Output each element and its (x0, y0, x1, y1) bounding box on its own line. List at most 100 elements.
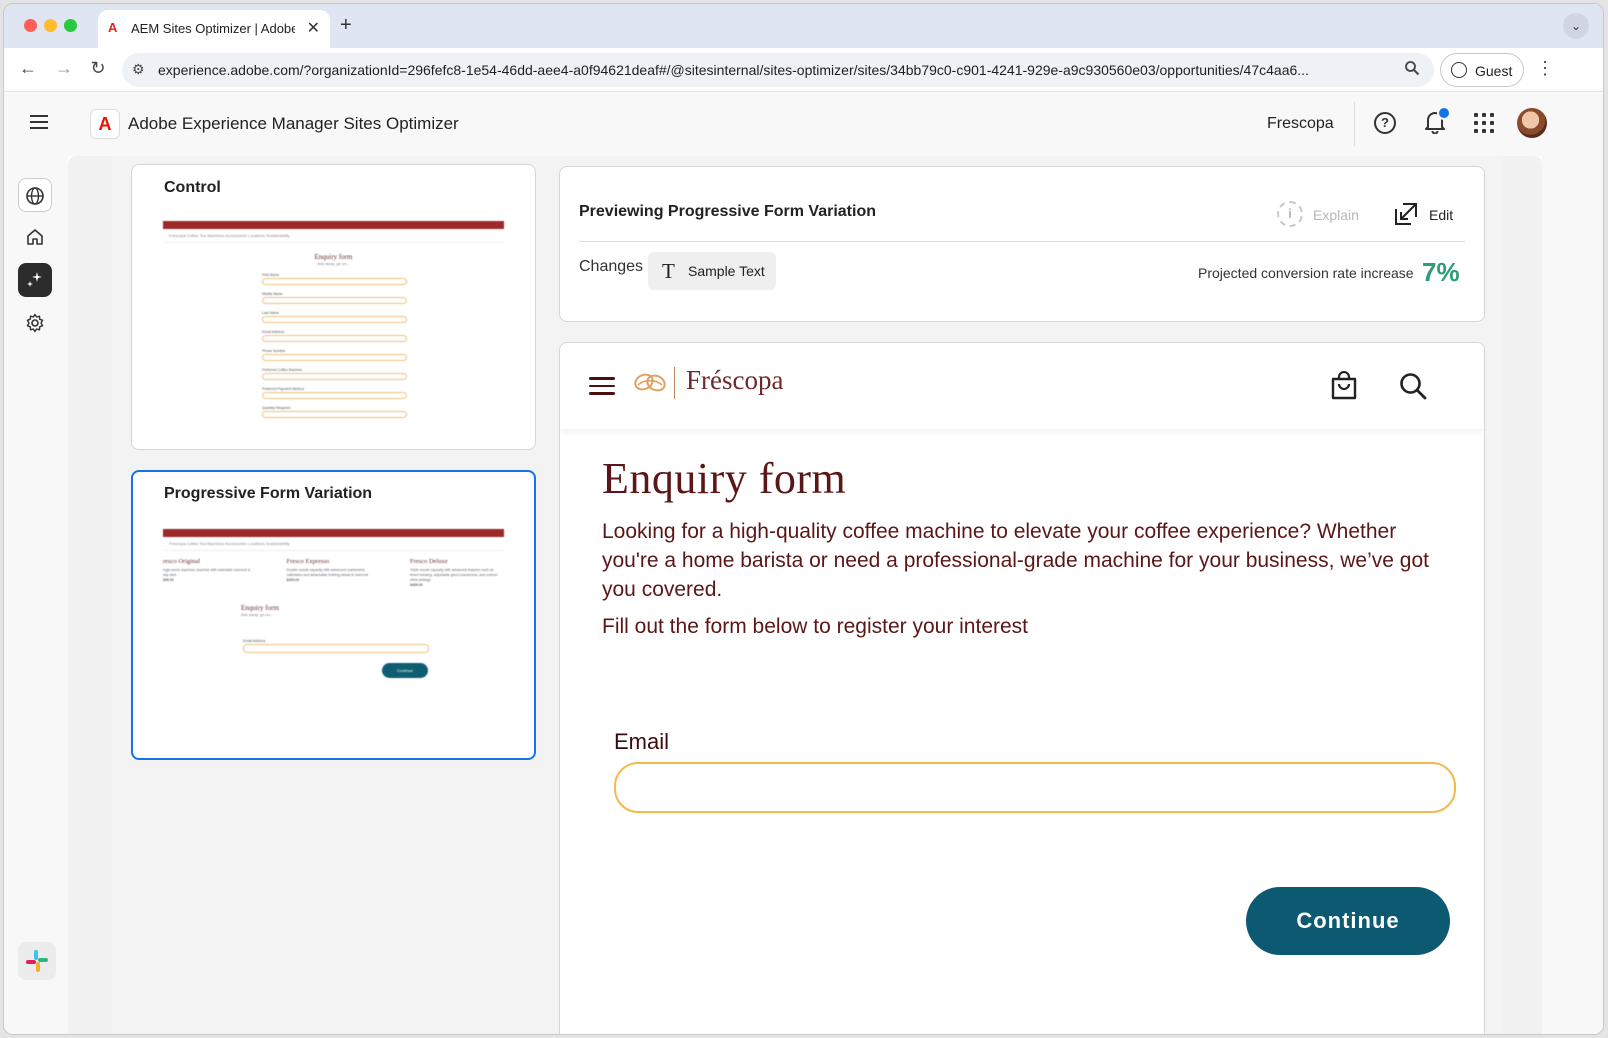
address-bar[interactable]: ⚙ experience.adobe.com/?organizationId=2… (122, 53, 1434, 87)
zoom-window-button[interactable] (64, 19, 77, 32)
progressive-thumbnail: Frescopa Coffee Tea Machines Accessories… (163, 529, 504, 700)
control-thumbnail: Frescopa Coffee Tea Machines Accessories… (163, 221, 504, 418)
tab-close-icon[interactable]: ✕ (307, 18, 320, 38)
thumb-field-label: Email Address (243, 639, 266, 643)
edit-button[interactable]: Edit (1393, 201, 1473, 229)
close-window-button[interactable] (24, 19, 37, 32)
help-icon[interactable]: ? (1374, 112, 1396, 134)
site-logo[interactable]: Fréscopa (686, 365, 783, 396)
thumb-product-price: $499.00 (410, 583, 423, 587)
continue-button[interactable]: Continue (1246, 887, 1450, 955)
site-header: Fréscopa (560, 343, 1484, 429)
opportunities-icon[interactable] (18, 263, 52, 297)
home-icon[interactable] (18, 220, 52, 254)
side-rail (4, 156, 68, 1034)
app-switcher-icon[interactable] (1474, 113, 1494, 133)
thumb-field (243, 644, 429, 653)
thumb-nav: Frescopa Coffee Tea Machines Accessories… (163, 537, 504, 551)
projection-label: Projected conversion rate increase (1198, 265, 1414, 281)
adobe-logo-icon[interactable]: A (90, 109, 120, 139)
adobe-favicon-icon: A (108, 20, 118, 35)
tab-title: AEM Sites Optimizer | Adobe Experience M… (131, 21, 295, 36)
variation-title: Control (164, 179, 221, 196)
thumb-field-label: Middle Name (262, 292, 283, 296)
globe-icon[interactable] (18, 178, 52, 212)
thumb-product-row: resco Original ingle-serve espresso machi… (163, 551, 504, 588)
site-settings-icon[interactable]: ⚙ (132, 61, 145, 78)
thumb-field (262, 335, 407, 342)
site-preview: Fréscopa Enquiry form Looking for a high… (559, 342, 1485, 1034)
variation-card-control[interactable]: Control Frescopa Coffee Tea Machines Acc… (131, 164, 536, 450)
right-gutter (1542, 156, 1603, 1034)
thumb-field-label: Preferred Payment Method (262, 387, 305, 391)
url-text[interactable]: experience.adobe.com/?organizationId=296… (158, 62, 1388, 78)
header-divider (579, 241, 1465, 242)
app-title[interactable]: Adobe Experience Manager Sites Optimizer (128, 114, 459, 134)
thumb-field (262, 316, 407, 323)
logo-separator (674, 367, 675, 399)
thumb-subheading: Ask away, go on... (241, 612, 274, 617)
thumb-product: Fresco Expresso Double nozzle capacity wi… (286, 558, 379, 588)
shopping-bag-icon[interactable] (1330, 371, 1358, 401)
chip-label: Sample Text (688, 263, 765, 279)
thumb-product-name: Fresco Deluxe (410, 558, 448, 565)
org-switcher[interactable]: Frescopa (1267, 115, 1334, 133)
change-chip-sample-text[interactable]: T Sample Text (648, 252, 776, 290)
browser-toolbar: ← → ↻ ⚙ experience.adobe.com/?organizati… (4, 48, 1603, 92)
thumb-subheading: Ask away, go on... (317, 261, 350, 266)
search-icon[interactable] (1398, 371, 1428, 401)
variation-title: Progressive Form Variation (164, 485, 373, 502)
email-label: Email (614, 729, 670, 754)
menu-icon[interactable] (30, 115, 48, 129)
thumb-heading: Enquiry form (314, 253, 353, 261)
changes-label: Changes (579, 258, 644, 275)
back-arrow-icon[interactable]: ← (16, 58, 40, 79)
thumb-field-label: Last Name (262, 311, 279, 315)
profile-button[interactable]: Guest (1440, 53, 1524, 87)
thumb-continue-button: Continue (382, 663, 428, 678)
thumb-nav: Frescopa Coffee Tea Machines Accessories… (163, 229, 504, 243)
tab-strip: A AEM Sites Optimizer | Adobe Experience… (4, 4, 1603, 48)
browser-menu-icon[interactable]: ⋮ (1536, 58, 1554, 79)
thumb-field-label: Quantity Required (262, 406, 291, 410)
browser-tab[interactable]: A AEM Sites Optimizer | Adobe Experience… (98, 10, 330, 48)
email-field[interactable] (614, 762, 1456, 813)
thumb-field (262, 278, 407, 285)
notification-badge (1437, 106, 1451, 120)
settings-icon[interactable] (18, 306, 52, 340)
thumb-product-name: resco Original (163, 558, 201, 565)
forward-arrow-icon[interactable]: → (52, 58, 76, 79)
thumb-product-desc: Triple nozzle capacity with advanced fea… (410, 568, 498, 582)
thumb-field (262, 392, 407, 399)
explain-button[interactable]: i Explain (1277, 201, 1377, 229)
minimize-window-button[interactable] (44, 19, 57, 32)
reload-icon[interactable]: ↻ (86, 58, 110, 79)
variation-card-progressive[interactable]: Progressive Form Variation Frescopa Coff… (131, 470, 536, 760)
info-icon: i (1277, 201, 1303, 227)
thumb-field (262, 297, 407, 304)
avatar[interactable] (1517, 108, 1547, 138)
new-tab-button[interactable]: + (340, 14, 352, 37)
preview-title: Previewing Progressive Form Variation (579, 203, 876, 220)
person-icon (1451, 62, 1467, 78)
thumb-field-label: Email Address (262, 330, 285, 334)
tab-search-chevron-icon[interactable]: ⌄ (1563, 13, 1589, 39)
projection-value: 7% (1422, 257, 1460, 287)
thumb-field (262, 411, 407, 418)
thumb-product-price: $99.00 (163, 578, 174, 582)
thumb-field (262, 354, 407, 361)
thumb-product: resco Original ingle-serve espresso machi… (163, 558, 255, 588)
app-header: A Adobe Experience Manager Sites Optimiz… (4, 92, 1603, 156)
thumb-banner (163, 529, 504, 537)
thumb-product: Fresco Deluxe Triple nozzle capacity with… (410, 558, 502, 588)
slack-icon[interactable] (18, 942, 56, 980)
thumb-product-name: Fresco Expresso (286, 558, 330, 565)
coffee-bean-logo-icon (634, 373, 666, 392)
form-intro: Looking for a high-quality coffee machin… (602, 520, 1429, 601)
header-divider (1354, 102, 1355, 146)
site-menu-icon[interactable] (589, 377, 615, 395)
browser-window: A AEM Sites Optimizer | Adobe Experience… (3, 3, 1604, 1035)
profile-label: Guest (1475, 63, 1513, 79)
zoom-icon[interactable] (1404, 60, 1420, 76)
form-title: Enquiry form (602, 454, 847, 503)
